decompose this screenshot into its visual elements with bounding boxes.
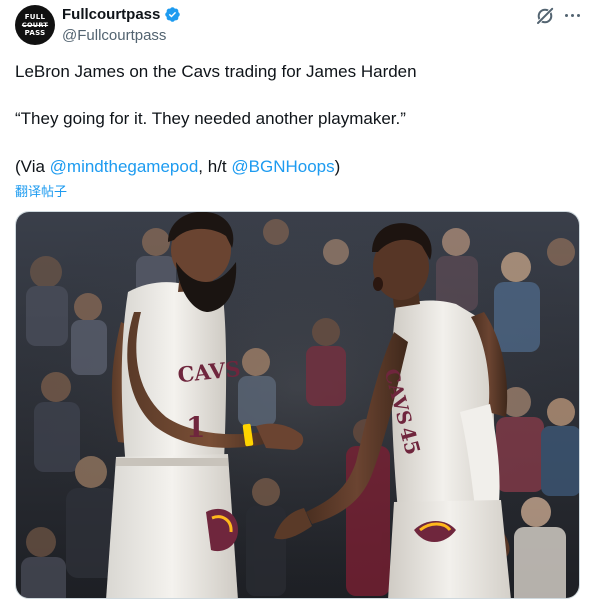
via-prefix: (Via	[15, 157, 50, 176]
basketball-photo: CAVS 1 CAVS 45	[16, 212, 579, 598]
tweet-text-line-2: “They going for it. They needed another …	[15, 109, 406, 128]
more-icon[interactable]	[561, 4, 583, 26]
grok-icon[interactable]	[535, 6, 555, 26]
mention-bgnhoops[interactable]: @BGNHoops	[231, 157, 334, 176]
display-name-text: Fullcourtpass	[62, 6, 161, 23]
avatar[interactable]: FULL COURT PASS	[15, 5, 55, 45]
verified-badge-icon	[165, 7, 181, 22]
author-handle[interactable]: @Fullcourtpass	[62, 27, 166, 44]
tweet-media-photo[interactable]: CAVS 1 CAVS 45	[15, 211, 580, 599]
author-display-name[interactable]: Fullcourtpass	[62, 6, 181, 23]
left-jersey-number: 1	[186, 411, 205, 444]
close-paren: )	[334, 157, 341, 176]
avatar-text-1: FULL	[24, 13, 46, 21]
avatar-text-2: COURT	[21, 21, 49, 29]
tweet-card: FULL COURT PASS Fullcourtpass @Fullcourt…	[0, 0, 595, 605]
ht-text: , h/t	[198, 157, 232, 176]
tweet-text-line-3: (Via @mindthegamepod, h/t @BGNHoops)	[15, 156, 340, 178]
avatar-text-3: PASS	[24, 29, 46, 37]
mention-mindthegamepod[interactable]: @mindthegamepod	[50, 157, 199, 176]
tweet-text-line-1: LeBron James on the Cavs trading for Jam…	[15, 62, 417, 81]
translate-post-link[interactable]: 翻译帖子	[15, 181, 67, 200]
